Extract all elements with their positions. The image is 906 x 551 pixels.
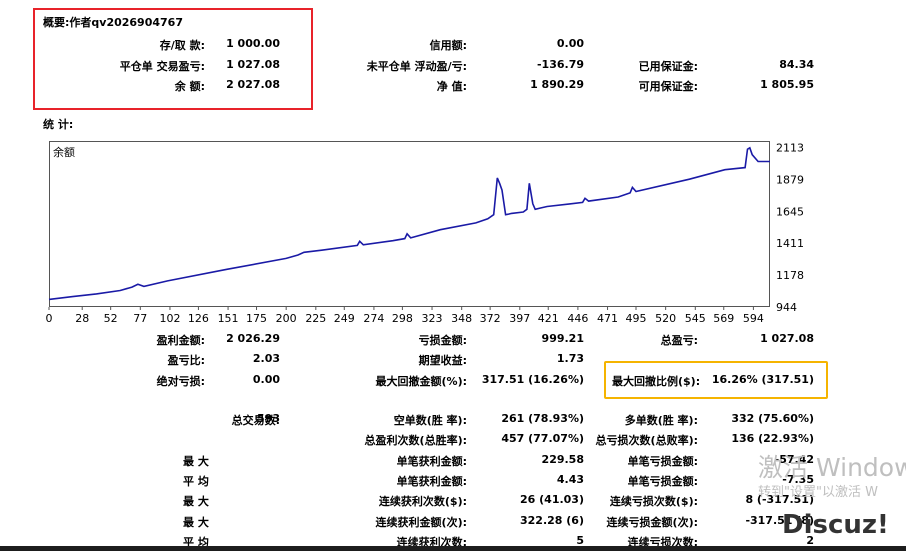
max-consecutive-wins-label: 连续获利次数($): — [378, 495, 467, 508]
y-tick-label: 1879 — [776, 173, 804, 186]
x-tick-label: 175 — [246, 312, 267, 325]
total-net-value: 1 027.08 — [760, 332, 814, 345]
activate-windows-watermark: 激活 Windows — [758, 453, 906, 482]
balance-series-line — [48, 146, 770, 301]
x-tick-label: 52 — [104, 312, 118, 325]
short-positions-label: 空单数(胜 率): — [393, 414, 467, 427]
x-tick-label: 323 — [422, 312, 443, 325]
row-max-label-3: 最 大 — [183, 516, 209, 529]
x-tick-label: 77 — [133, 312, 147, 325]
y-tick-label: 944 — [776, 301, 797, 314]
gross-profit-value: 2 026.29 — [226, 332, 280, 345]
absolute-drawdown-value: 0.00 — [252, 373, 280, 386]
max-consecutive-profit-value: 322.28 (6) — [520, 514, 584, 527]
x-tick-label: 298 — [392, 312, 413, 325]
x-tick-label: 28 — [75, 312, 89, 325]
y-tick-label: 1411 — [776, 237, 804, 250]
loss-trades-label: 总亏损次数(总败率): — [595, 434, 698, 447]
x-tick-label: 348 — [451, 312, 472, 325]
max-consecutive-wins-value: 26 (41.03) — [520, 493, 584, 506]
max-consecutive-losses-label: 连续亏损次数($): — [609, 495, 698, 508]
average-profit-label: 单笔获利金额: — [396, 475, 467, 488]
x-tick-label: 249 — [334, 312, 355, 325]
x-tick-label: 594 — [743, 312, 764, 325]
relative-drawdown-value: 16.26% (317.51) — [711, 373, 814, 386]
x-tick-label: 495 — [625, 312, 646, 325]
absolute-drawdown-label: 绝对亏损: — [156, 375, 205, 388]
gross-loss-value: 999.21 — [541, 332, 584, 345]
x-tick-label: 397 — [509, 312, 530, 325]
x-tick-label: 102 — [159, 312, 180, 325]
largest-loss-label: 单笔亏损金额: — [627, 455, 698, 468]
x-tick-label: 446 — [567, 312, 588, 325]
y-tick-label: 1178 — [776, 269, 804, 282]
profit-trades-label: 总盈利次数(总胜率): — [364, 434, 467, 447]
discuz-watermark: Discuz! — [782, 510, 889, 540]
x-tick-label: 545 — [685, 312, 706, 325]
profit-factor-label: 盈亏比: — [167, 354, 205, 367]
y-tick-label: 1645 — [776, 205, 804, 218]
total-trades-value: 593 — [257, 412, 280, 425]
largest-profit-value: 229.58 — [541, 453, 584, 466]
long-positions-label: 多单数(胜 率): — [624, 414, 698, 427]
x-tick-label: 200 — [276, 312, 297, 325]
x-tick-label: 274 — [363, 312, 384, 325]
profit-trades-value: 457 (77.07%) — [501, 432, 584, 445]
x-tick-label: 225 — [305, 312, 326, 325]
max-drawdown-label: 最大回撤金额(%): — [375, 375, 467, 388]
max-consecutive-loss-amount-label: 连续亏损金额(次): — [606, 516, 698, 529]
x-tick-label: 151 — [218, 312, 239, 325]
average-loss-label: 单笔亏损金额: — [627, 475, 698, 488]
max-drawdown-value: 317.51 (16.26%) — [481, 373, 584, 386]
total-net-label: 总盈亏: — [660, 334, 698, 347]
short-positions-value: 261 (78.93%) — [501, 412, 584, 425]
long-positions-value: 332 (75.60%) — [731, 412, 814, 425]
row-max-label-2: 最 大 — [183, 495, 209, 508]
balance-chart-svg: 944 1178 1411 1645 1879 2113 0 28 52 77 102 126 151 1… — [46, 141, 805, 325]
x-tick-label: 372 — [480, 312, 501, 325]
row-avg-label-1: 平 均 — [183, 475, 209, 488]
row-max-label-1: 最 大 — [183, 455, 209, 468]
gross-loss-label: 亏损金额: — [418, 334, 467, 347]
x-tick-label: 126 — [188, 312, 209, 325]
bottom-edge-bar — [0, 546, 906, 551]
profit-factor-value: 2.03 — [252, 352, 280, 365]
activate-windows-subtext: 转到"设置"以激活 W — [758, 485, 878, 500]
x-tick-label: 569 — [713, 312, 734, 325]
x-tick-label: 421 — [538, 312, 559, 325]
gross-profit-label: 盈利金额: — [156, 334, 205, 347]
y-tick-label: 2113 — [776, 141, 804, 154]
average-profit-value: 4.43 — [556, 473, 584, 486]
expected-payoff-value: 1.73 — [556, 352, 584, 365]
max-consecutive-profit-label: 连续获利金额(次): — [375, 516, 467, 529]
largest-profit-label: 单笔获利金额: — [396, 455, 467, 468]
x-tick-label: 520 — [655, 312, 676, 325]
loss-trades-value: 136 (22.93%) — [731, 432, 814, 445]
x-tick-label: 0 — [46, 312, 53, 325]
expected-payoff-label: 期望收益: — [418, 354, 467, 367]
relative-drawdown-label: 最大回撤比例($): — [612, 375, 701, 388]
x-tick-label: 471 — [597, 312, 618, 325]
